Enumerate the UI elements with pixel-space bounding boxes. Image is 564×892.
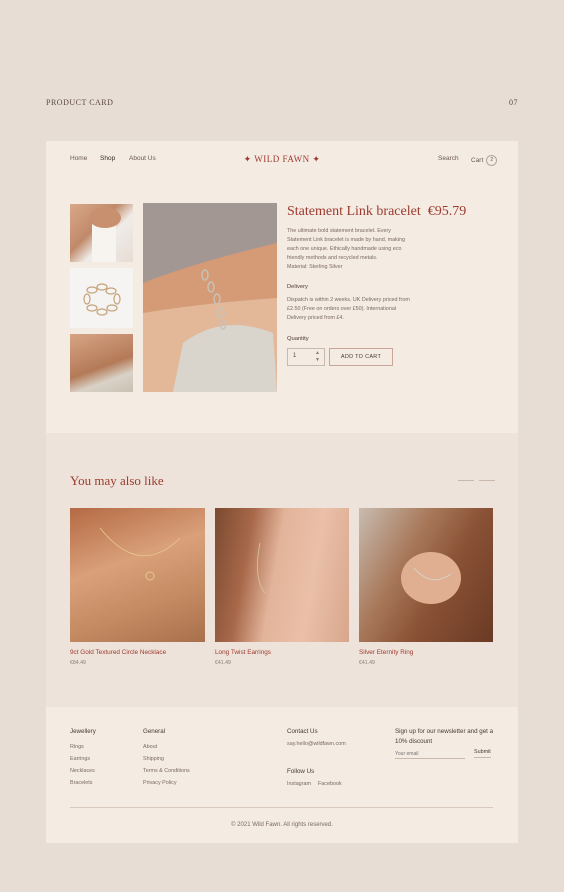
footer-link-facebook[interactable]: Facebook <box>318 781 342 787</box>
quantity-label: Quantity <box>287 336 309 342</box>
footer-divider <box>70 807 493 808</box>
desc-line: Statement Link bracelet is made by hand,… <box>287 237 406 243</box>
delivery-label: Delivery <box>287 284 308 290</box>
product-description: The ultimate bold statement bracelet. Ev… <box>287 227 427 272</box>
page-number: 07 <box>509 98 518 107</box>
rec-price-necklace: €84.49 <box>70 660 86 666</box>
carousel-prev-icon[interactable] <box>458 480 474 481</box>
carousel-next-icon[interactable] <box>479 480 495 481</box>
rec-name-necklace[interactable]: 9ct Gold Textured Circle Necklace <box>70 649 166 656</box>
footer-follow-title: Follow Us <box>287 768 315 775</box>
rec-price-ring: €41.49 <box>359 660 375 666</box>
footer-link-shipping[interactable]: Shipping <box>143 756 164 762</box>
necklace-icon <box>99 527 181 581</box>
quantity-value: 1 <box>293 353 297 359</box>
footer-link-about[interactable]: About <box>143 744 157 750</box>
main-product-image <box>143 203 277 392</box>
quantity-down-icon[interactable]: ▼ <box>315 357 320 363</box>
desc-line: each one unique. Ethically handmade usin… <box>287 246 402 252</box>
product-card: Home Shop About Us ✦ WILD FAWN ✦ Search … <box>46 141 518 843</box>
main-image-art <box>143 203 277 392</box>
footer-jewellery-title: Jewellery <box>70 728 96 735</box>
footer-link-necklaces[interactable]: Necklaces <box>70 768 95 774</box>
rec-name-ring[interactable]: Silver Eternity Ring <box>359 649 413 656</box>
rec-price-earrings: €41.49 <box>215 660 231 666</box>
add-to-cart-button[interactable]: ADD TO CART <box>329 348 393 366</box>
thumbnail-1-art <box>89 208 121 262</box>
footer-link-terms[interactable]: Terms & Conditions <box>143 768 190 774</box>
desc-line: friendly methods and recycled metals. <box>287 255 378 261</box>
nav-cart[interactable]: Cart 2 <box>471 155 498 166</box>
recommendations-title: You may also like <box>70 473 164 488</box>
newsletter-title: Sign up for our newsletter and get a 10%… <box>395 728 494 745</box>
desc-line: Material: Sterling Silver <box>287 264 343 270</box>
quantity-stepper[interactable]: 1 ▲ ▼ <box>287 348 325 366</box>
delivery-line: £2.50 (Free on orders over £50). Interna… <box>287 306 397 312</box>
rec-image-earrings[interactable] <box>215 508 349 642</box>
quantity-up-icon[interactable]: ▲ <box>315 350 320 356</box>
footer-link-earrings[interactable]: Earrings <box>70 756 90 762</box>
delivery-line: Dispatch is within 2 weeks. UK Delivery … <box>287 297 410 303</box>
rec-image-necklace[interactable] <box>70 508 205 642</box>
footer-link-rings[interactable]: Rings <box>70 744 84 750</box>
cart-count-badge: 2 <box>486 155 498 166</box>
ring-icon <box>401 552 461 604</box>
thumbnail-3[interactable] <box>70 334 133 392</box>
footer: Jewellery Rings Earrings Necklaces Brace… <box>46 707 518 843</box>
newsletter-submit-button[interactable]: Submit <box>474 749 491 758</box>
cart-label: Cart <box>471 157 484 165</box>
footer-link-instagram[interactable]: Instagram <box>287 781 311 787</box>
footer-contact-title: Contact Us <box>287 728 318 735</box>
rec-name-earrings[interactable]: Long Twist Earrings <box>215 649 271 656</box>
product-price: €95.79 <box>427 204 467 219</box>
footer-link-bracelets[interactable]: Bracelets <box>70 780 92 786</box>
thumbnail-1[interactable] <box>70 204 133 262</box>
top-nav: Home Shop About Us ✦ WILD FAWN ✦ Search … <box>46 154 518 175</box>
delivery-text: Dispatch is within 2 weeks. UK Delivery … <box>287 296 427 323</box>
newsletter-email-input[interactable] <box>395 749 465 759</box>
bracelet-thumb-icon <box>83 283 121 316</box>
footer-general-title: General <box>143 728 166 735</box>
recommendations-section: You may also like 9ct Gold Textured Circ… <box>46 433 518 707</box>
desc-line: The ultimate bold statement bracelet. Ev… <box>287 228 391 234</box>
page-label: PRODUCT CARD <box>46 98 114 107</box>
footer-contact-email[interactable]: say.hello@wildfawn.com <box>287 741 346 747</box>
thumbnail-2[interactable] <box>70 268 133 328</box>
copyright: © 2021 Wild Fawn. All rights reserved. <box>231 822 333 828</box>
earring-icon <box>257 542 266 594</box>
delivery-line: Delivery priced from £4. <box>287 315 344 321</box>
product-title: Statement Link bracelet €95.79 <box>287 204 466 220</box>
rec-image-ring[interactable] <box>359 508 493 642</box>
product-name: Statement Link bracelet <box>287 204 421 219</box>
nav-search[interactable]: Search <box>438 155 459 162</box>
footer-link-privacy[interactable]: Privacy Policy <box>143 780 177 786</box>
